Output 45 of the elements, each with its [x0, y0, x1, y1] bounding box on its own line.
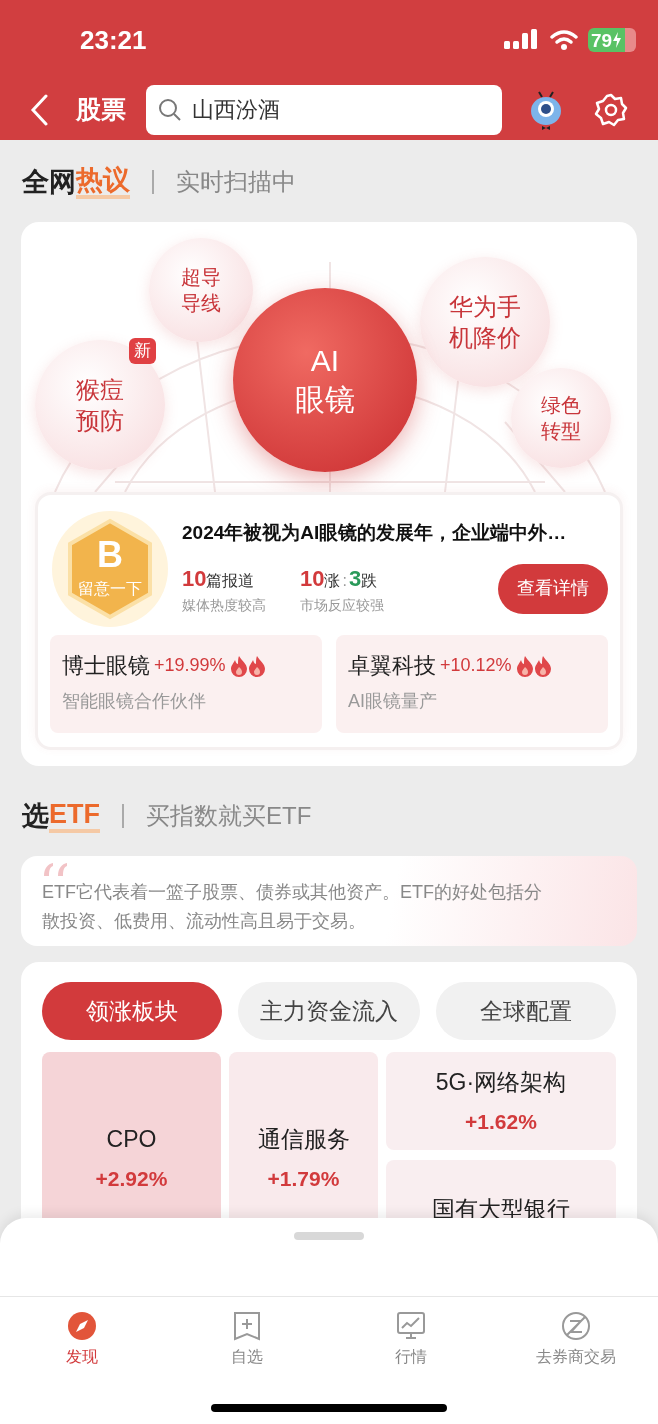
topic-bubble[interactable]: AI眼镜	[233, 288, 417, 472]
sector-tab[interactable]: 领涨板块	[42, 982, 222, 1040]
sector-tile[interactable]: 5G·网络架构 +1.62%	[386, 1052, 616, 1150]
sector-change: +2.92%	[95, 1165, 168, 1192]
search-field[interactable]: 山西汾酒	[146, 85, 502, 135]
report-note: 媒体热度较高	[182, 595, 267, 615]
stock-change: +19.99%	[154, 654, 226, 677]
stock-name: 博士眼镜	[62, 652, 150, 680]
stock-card[interactable]: 博士眼镜 +19.99% 智能眼镜合作伙伴	[50, 635, 322, 733]
section-title: 选	[22, 799, 49, 833]
market-note: 市场反应较强	[300, 595, 385, 615]
sector-tab[interactable]: 主力资金流入	[238, 982, 420, 1040]
topic-headline[interactable]: 2024年被视为AI眼镜的发展年，企业端中外…	[182, 519, 608, 548]
section-subtitle: 买指数就买ETF	[146, 801, 312, 831]
details-button[interactable]: 查看详情	[498, 563, 608, 614]
rise-fall-count: 10涨:3跌	[300, 564, 379, 593]
grade-badge: B 留意一下	[50, 509, 170, 629]
stock-change: +10.12%	[440, 654, 512, 677]
section-title-highlight: ETF	[49, 799, 100, 833]
sector-name: 通信服务	[257, 1125, 350, 1154]
status-time: 23:21	[80, 23, 147, 57]
report-count: 10篇报道	[182, 564, 256, 593]
tab-bar-item[interactable]: 去券商交易	[493, 1311, 658, 1369]
section-subtitle: 实时扫描中	[176, 167, 296, 197]
battery-indicator: 79	[588, 28, 636, 52]
stock-note: 智能眼镜合作伙伴	[62, 690, 207, 713]
section-title: 全网	[22, 165, 76, 199]
topic-bubble[interactable]: 超导导线	[149, 238, 253, 342]
etf-description: ETF它代表着一篮子股票、债券或其他资产。ETF的好处包括分散投资、低费用、流动性高且易于交易。	[42, 881, 543, 933]
sector-tab[interactable]: 全球配置	[436, 982, 616, 1040]
sector-change: +1.62%	[465, 1108, 537, 1135]
sector-change: +1.79%	[267, 1165, 340, 1192]
topic-bubble[interactable]: 绿色转型	[511, 368, 611, 468]
stock-name: 卓翼科技	[348, 652, 436, 680]
stock-note: AI眼镜量产	[348, 690, 438, 713]
tab-bar-item[interactable]: 行情	[329, 1311, 494, 1369]
tab-bar-item[interactable]: 发现	[0, 1311, 165, 1369]
section-title-highlight: 热议	[76, 165, 130, 199]
sector-name: CPO	[106, 1125, 157, 1154]
tab-bar-item[interactable]: 自选	[164, 1311, 329, 1369]
stock-card[interactable]: 卓翼科技 +10.12% AI眼镜量产	[336, 635, 608, 733]
page-title: 股票	[76, 94, 126, 126]
topic-bubble[interactable]: 华为手机降价	[420, 257, 550, 387]
sector-name: 5G·网络架构	[435, 1068, 567, 1097]
new-badge: 新	[128, 338, 156, 364]
